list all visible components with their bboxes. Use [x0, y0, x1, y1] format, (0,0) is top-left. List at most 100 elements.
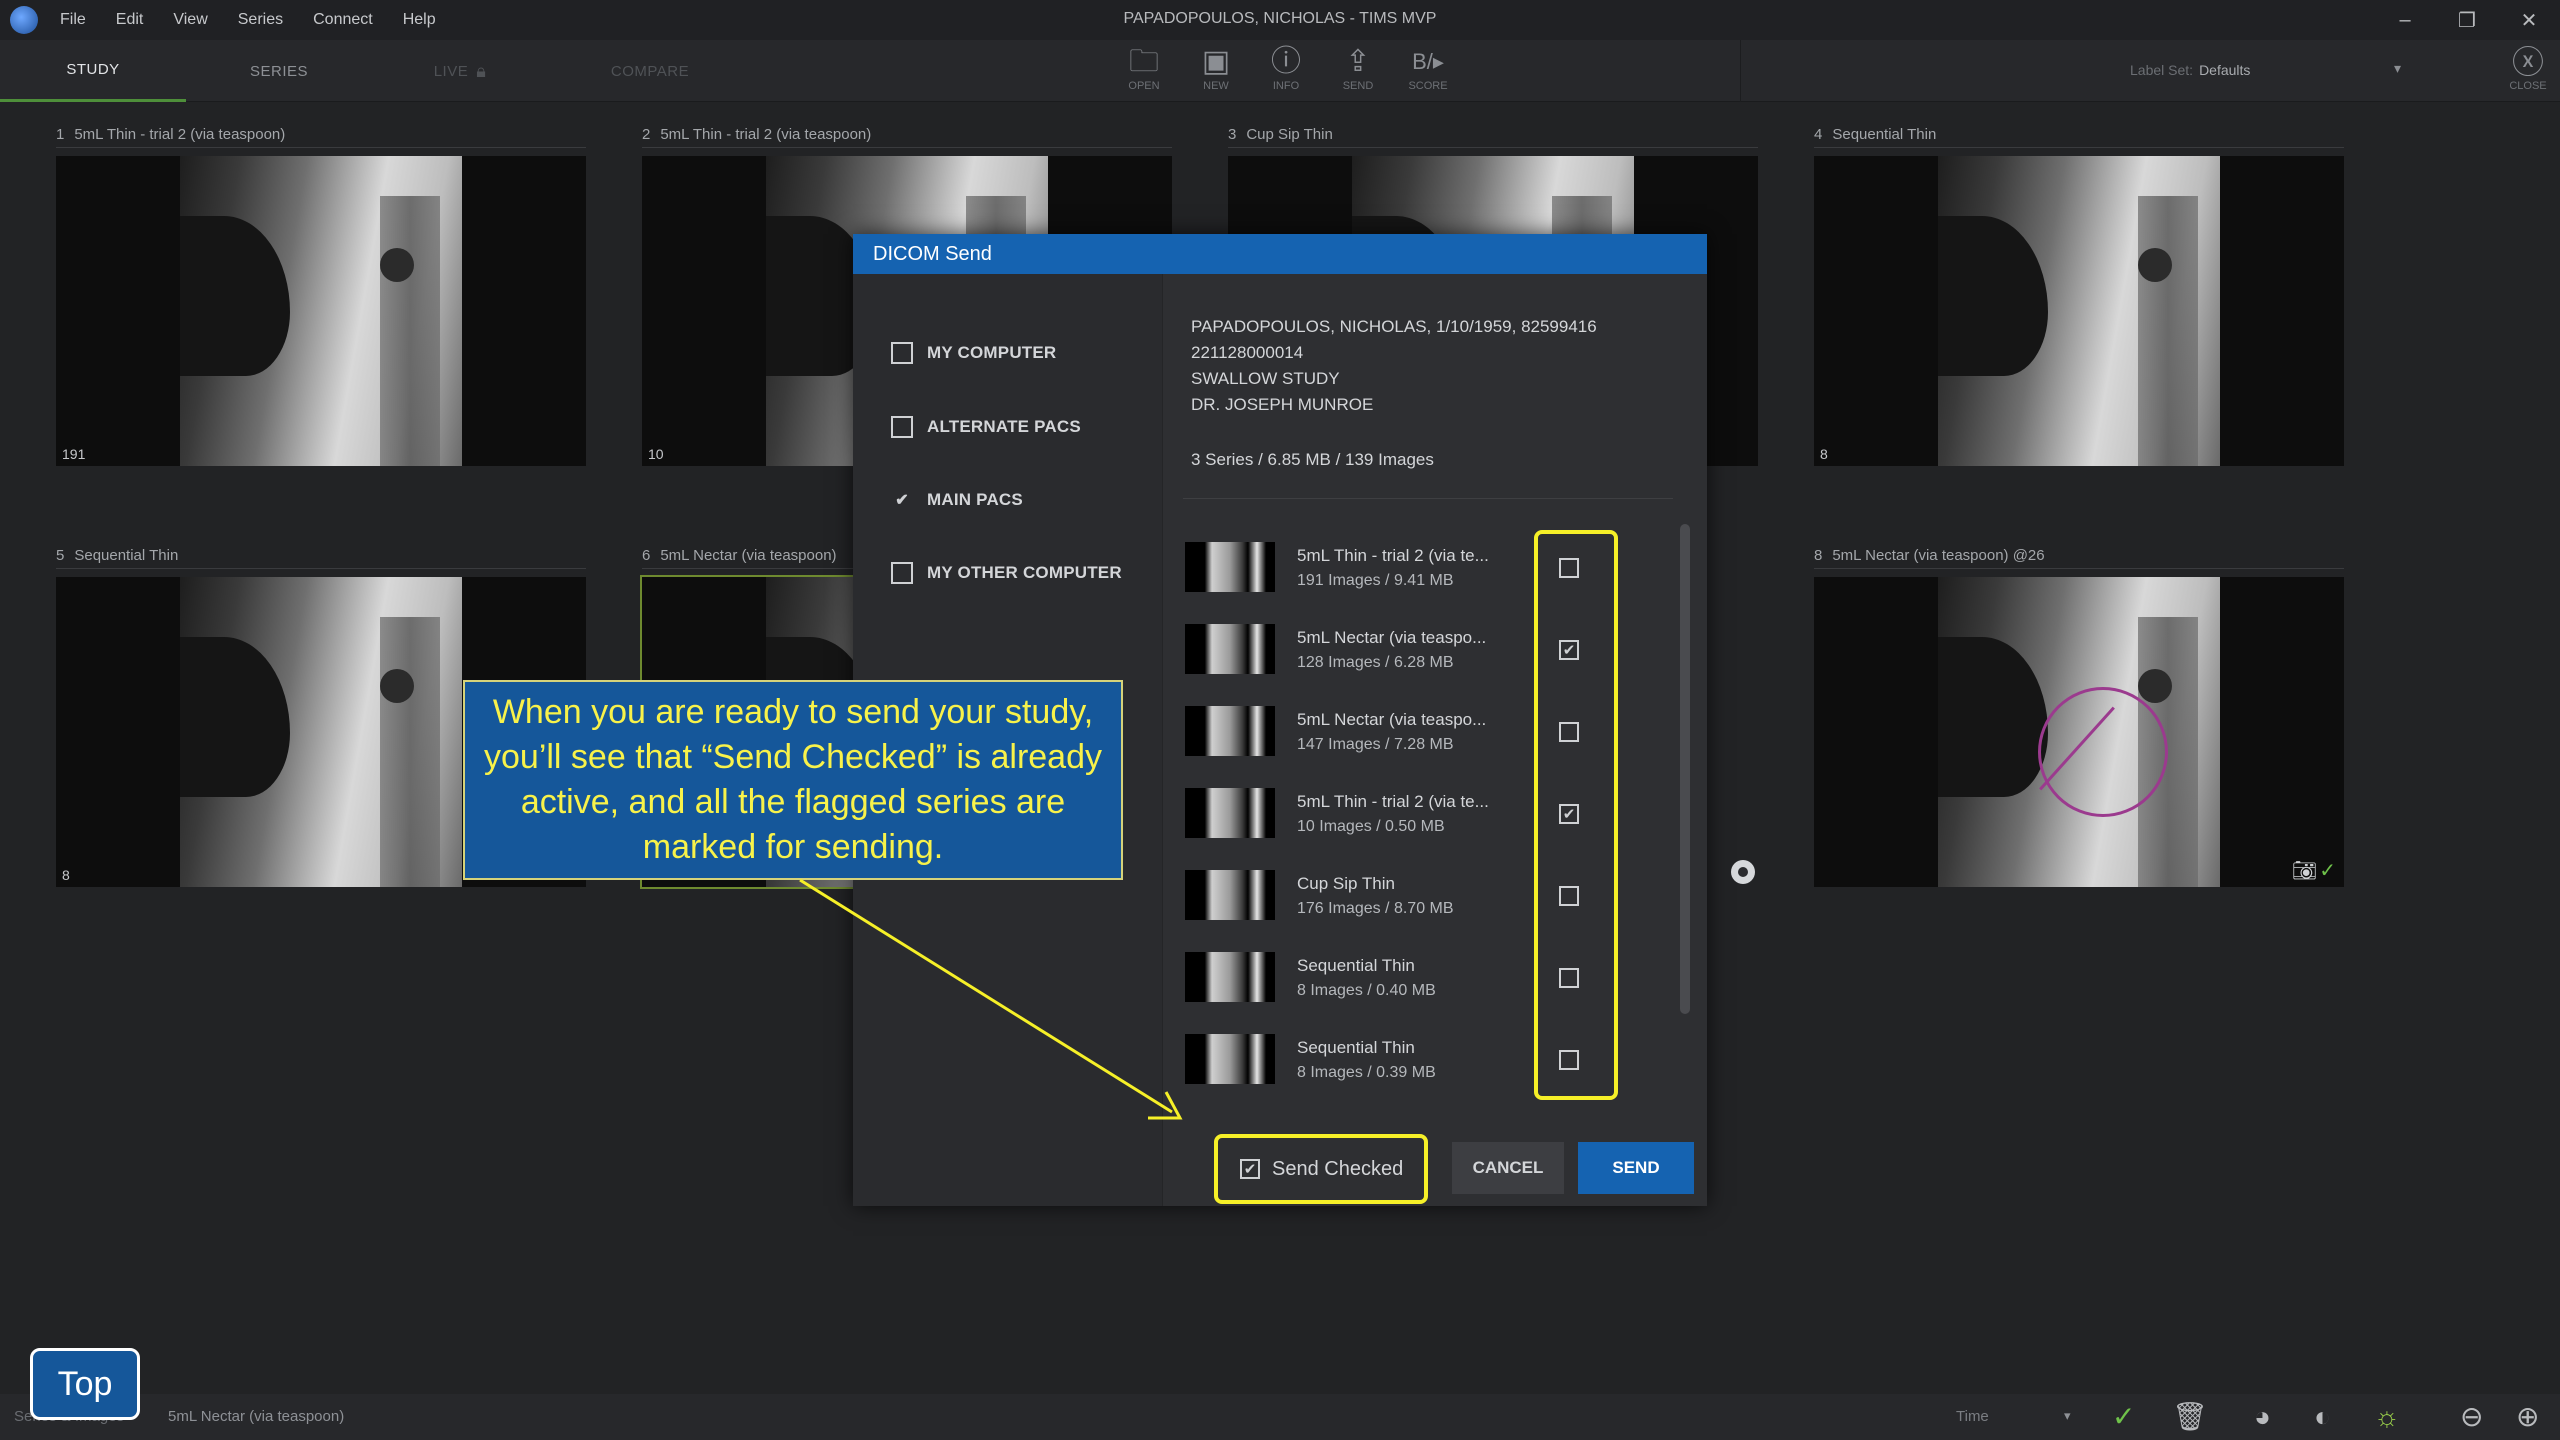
menu-bar: File Edit View Series Connect Help — [60, 11, 436, 29]
checkbox-icon[interactable] — [891, 416, 913, 438]
patient-line: PAPADOPOULOS, NICHOLAS, 1/10/1959, 82599… — [1191, 317, 1597, 336]
frame-count: 191 — [62, 446, 86, 462]
series-meta: 8 Images / 0.39 MB — [1297, 1064, 1436, 1081]
brightness-half-icon[interactable]: ◐ — [2314, 1402, 2331, 1432]
menu-connect[interactable]: Connect — [313, 11, 373, 29]
record-icon[interactable] — [1731, 860, 1755, 884]
destination-my-other-computer[interactable]: MY OTHER COMPUTER — [891, 558, 1122, 588]
physician-name: DR. JOSEPH MUNROE — [1191, 395, 1374, 414]
series-cell-title: 4 Sequential Thin — [1814, 126, 2344, 148]
xray-image — [180, 156, 462, 466]
info-icon: ⓘ — [1271, 45, 1301, 78]
send-tool-label: SEND — [1342, 80, 1374, 92]
destination-my-computer[interactable]: MY COMPUTER — [891, 338, 1056, 368]
new-tool[interactable]: ▣ NEW — [1188, 46, 1244, 98]
annotation-circle — [2038, 687, 2168, 817]
destination-alternate-pacs[interactable]: ALTERNATE PACS — [891, 412, 1081, 442]
menu-file[interactable]: File — [60, 11, 86, 29]
tab-live[interactable]: LIVE 🔒︎ — [420, 40, 500, 102]
minimize-button[interactable]: – — [2374, 0, 2436, 40]
dialog-title: DICOM Send — [853, 234, 1707, 274]
tab-series[interactable]: SERIES — [186, 40, 372, 102]
series-list-scrollbar[interactable] — [1680, 524, 1690, 1014]
close-study-label: CLOSE — [2509, 80, 2547, 92]
series-name: 5mL Nectar (via teaspo... — [1297, 710, 1487, 729]
series-thumbnail-icon — [1185, 952, 1275, 1002]
score-tool[interactable]: B/▸ SCORE — [1400, 46, 1456, 98]
series-number: 3 — [1228, 126, 1237, 143]
top-button[interactable]: Top — [30, 1348, 140, 1420]
menu-help[interactable]: Help — [403, 11, 436, 29]
series-number: 1 — [56, 126, 65, 143]
destination-main-pacs[interactable]: ✔ MAIN PACS — [891, 485, 1023, 515]
label-set-select[interactable]: Label Set: Defaults — [2130, 62, 2250, 78]
close-study-tool[interactable]: ⓧ CLOSE — [2500, 44, 2556, 100]
checkmark-icon[interactable]: ✔ — [891, 489, 913, 511]
series-cell-title: 5 Sequential Thin — [56, 547, 586, 569]
window-close-button[interactable]: ✕ — [2498, 0, 2560, 40]
chevron-down-icon[interactable]: ▾ — [2394, 60, 2401, 77]
series-title: Sequential Thin — [74, 547, 179, 564]
destination-label: MY OTHER COMPUTER — [927, 563, 1122, 582]
status-bar: Series & Images 5mL Nectar (via teaspoon… — [0, 1394, 2560, 1440]
checkbox-checked-icon[interactable]: ✔ — [1240, 1159, 1260, 1179]
series-cell[interactable]: 1 5mL Thin - trial 2 (via teaspoon) 191 — [56, 126, 586, 466]
camera-icon[interactable]: 📷︎ ✓ — [2292, 858, 2336, 883]
series-title: 5mL Nectar (via teaspoon) — [660, 547, 837, 564]
zoom-out-icon[interactable]: ⊖ — [2460, 1402, 2483, 1432]
close-circle-icon: ⓧ — [2511, 44, 2544, 80]
series-cell[interactable]: 4 Sequential Thin 8 — [1814, 126, 2344, 466]
contrast-icon[interactable]: ◕ — [2254, 1402, 2271, 1432]
tutorial-callout: When you are ready to send your study, y… — [463, 680, 1123, 880]
checkmark-icon[interactable]: ✓ — [2112, 1402, 2135, 1432]
chevron-down-icon[interactable]: ▾ — [2064, 1408, 2071, 1424]
app-logo-icon — [10, 6, 38, 34]
trash-icon[interactable]: 🗑︎ — [2172, 1402, 2208, 1432]
maximize-button[interactable]: ❐ — [2436, 0, 2498, 40]
frame-count: 10 — [648, 446, 664, 462]
series-number: 2 — [642, 126, 651, 143]
frame-count: 8 — [1820, 446, 1828, 462]
zoom-in-icon[interactable]: ⊕ — [2516, 1402, 2539, 1432]
series-meta: 10 Images / 0.50 MB — [1297, 818, 1445, 835]
xray-image — [180, 577, 462, 887]
cancel-button[interactable]: CANCEL — [1452, 1142, 1564, 1194]
series-cell[interactable]: 8 5mL Nectar (via teaspoon) @26 📷︎ ✓ — [1814, 547, 2344, 887]
destination-label: MAIN PACS — [927, 490, 1023, 509]
series-meta: 147 Images / 7.28 MB — [1297, 736, 1454, 753]
series-name: 5mL Thin - trial 2 (via te... — [1297, 546, 1489, 565]
tab-live-label: LIVE — [433, 62, 469, 80]
series-name: 5mL Nectar (via teaspo... — [1297, 628, 1487, 647]
lock-icon: 🔒︎ — [476, 60, 487, 81]
checkbox-icon[interactable] — [891, 562, 913, 584]
series-thumbnail[interactable]: 8 — [1814, 156, 2344, 466]
menu-edit[interactable]: Edit — [116, 11, 144, 29]
title-bar: File Edit View Series Connect Help PAPAD… — [0, 0, 2560, 40]
brightness-icon[interactable]: ☼ — [2374, 1402, 2400, 1432]
series-cell-title: 3 Cup Sip Thin — [1228, 126, 1758, 148]
send-tool[interactable]: ⇪ SEND — [1330, 46, 1386, 98]
info-tool-label: INFO — [1272, 80, 1300, 92]
series-cell-title: 2 5mL Thin - trial 2 (via teaspoon) — [642, 126, 1172, 148]
window-controls: – ❐ ✕ — [2374, 0, 2560, 40]
app-window: File Edit View Series Connect Help PAPAD… — [0, 0, 2560, 1440]
series-cell-title: 8 5mL Nectar (via teaspoon) @26 — [1814, 547, 2344, 569]
time-select[interactable]: Time — [1956, 1408, 1989, 1425]
checkbox-icon[interactable] — [891, 342, 913, 364]
series-thumbnail[interactable]: 191 — [56, 156, 586, 466]
tab-study[interactable]: STUDY — [0, 40, 186, 102]
menu-view[interactable]: View — [173, 11, 207, 29]
series-number: 5 — [56, 547, 65, 564]
series-thumbnail[interactable]: 📷︎ ✓ — [1814, 577, 2344, 887]
series-meta: 176 Images / 8.70 MB — [1297, 900, 1454, 917]
series-meta: 128 Images / 6.28 MB — [1297, 654, 1454, 671]
send-button[interactable]: SEND — [1578, 1142, 1694, 1194]
series-number: 4 — [1814, 126, 1823, 143]
send-checked-toggle[interactable]: ✔ Send Checked — [1214, 1134, 1428, 1204]
label-set-label: Label Set: — [2130, 62, 2194, 78]
tab-compare[interactable]: COMPARE — [560, 40, 740, 102]
info-tool[interactable]: ⓘ INFO — [1258, 46, 1314, 98]
patient-info: PAPADOPOULOS, NICHOLAS, 1/10/1959, 82599… — [1191, 314, 1597, 418]
open-tool[interactable]: 🗀︎ OPEN — [1116, 46, 1172, 98]
menu-series[interactable]: Series — [238, 11, 283, 29]
